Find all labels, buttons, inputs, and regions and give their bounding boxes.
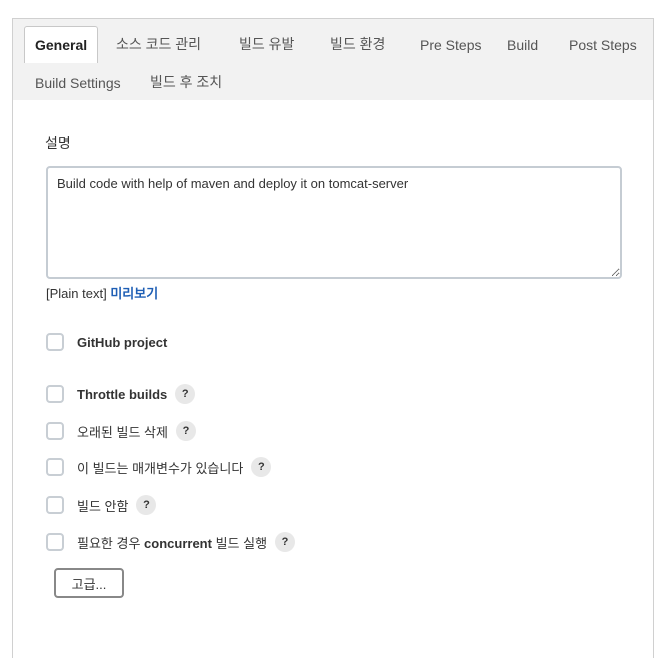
option-discard-old-builds: 오래된 빌드 삭제 ? xyxy=(46,420,196,442)
tab-build-settings[interactable]: Build Settings xyxy=(35,73,121,93)
option-github-project: GitHub project xyxy=(46,331,167,353)
preview-link[interactable]: 미리보기 xyxy=(110,286,158,301)
github-project-label: GitHub project xyxy=(77,334,168,350)
description-textarea[interactable] xyxy=(46,166,622,279)
concurrent-prefix: 필요한 경우 xyxy=(77,535,141,551)
config-panel: General 소스 코드 관리 빌드 유발 빌드 환경 Pre Steps B… xyxy=(12,18,654,658)
option-throttle-builds: Throttle builds ? xyxy=(46,383,196,405)
throttle-builds-label: Throttle builds xyxy=(77,386,168,402)
tab-post-steps[interactable]: Post Steps xyxy=(569,35,637,55)
parameterized-help-icon[interactable]: ? xyxy=(251,457,272,477)
advanced-button[interactable]: 고급... xyxy=(54,568,124,598)
option-disable-build: 빌드 안함 ? xyxy=(46,494,157,516)
parameterized-label: 이 빌드는 매개변수가 있습니다 xyxy=(77,460,244,476)
tab-bar: General 소스 코드 관리 빌드 유발 빌드 환경 Pre Steps B… xyxy=(13,19,653,100)
github-project-checkbox[interactable] xyxy=(46,333,64,351)
concurrent-builds-help-icon[interactable]: ? xyxy=(275,532,296,552)
tab-post-build-actions[interactable]: 빌드 후 조치 xyxy=(150,72,222,92)
throttle-builds-checkbox[interactable] xyxy=(46,385,64,403)
option-concurrent-builds: 필요한 경우 concurrent 빌드 실행 ? xyxy=(46,531,296,553)
tab-source-code-management[interactable]: 소스 코드 관리 xyxy=(116,34,201,54)
disable-build-label: 빌드 안함 xyxy=(77,498,129,514)
throttle-builds-help-icon[interactable]: ? xyxy=(175,384,196,404)
option-parameterized: 이 빌드는 매개변수가 있습니다 ? xyxy=(46,456,272,478)
discard-old-builds-help-icon[interactable]: ? xyxy=(175,421,196,441)
discard-old-builds-checkbox[interactable] xyxy=(46,422,64,440)
description-format-row: [Plain text] 미리보기 xyxy=(46,283,158,302)
disable-build-checkbox[interactable] xyxy=(46,496,64,514)
plain-text-note: [Plain text] xyxy=(46,286,107,301)
discard-old-builds-label: 오래된 빌드 삭제 xyxy=(77,424,168,440)
concurrent-suffix: 빌드 실행 xyxy=(215,535,268,551)
tab-build[interactable]: Build xyxy=(507,35,538,55)
concurrent-builds-checkbox[interactable] xyxy=(46,533,64,551)
tab-build-environment[interactable]: 빌드 환경 xyxy=(330,34,385,54)
description-label: 설명 xyxy=(45,135,71,151)
tab-build-triggers[interactable]: 빌드 유발 xyxy=(239,34,294,54)
concurrent-keyword: concurrent xyxy=(144,535,212,551)
tab-general[interactable]: General xyxy=(24,26,99,63)
tab-pre-steps[interactable]: Pre Steps xyxy=(420,35,481,55)
concurrent-builds-label: 필요한 경우 concurrent 빌드 실행 xyxy=(77,533,267,552)
parameterized-checkbox[interactable] xyxy=(46,458,64,476)
disable-build-help-icon[interactable]: ? xyxy=(136,495,157,515)
